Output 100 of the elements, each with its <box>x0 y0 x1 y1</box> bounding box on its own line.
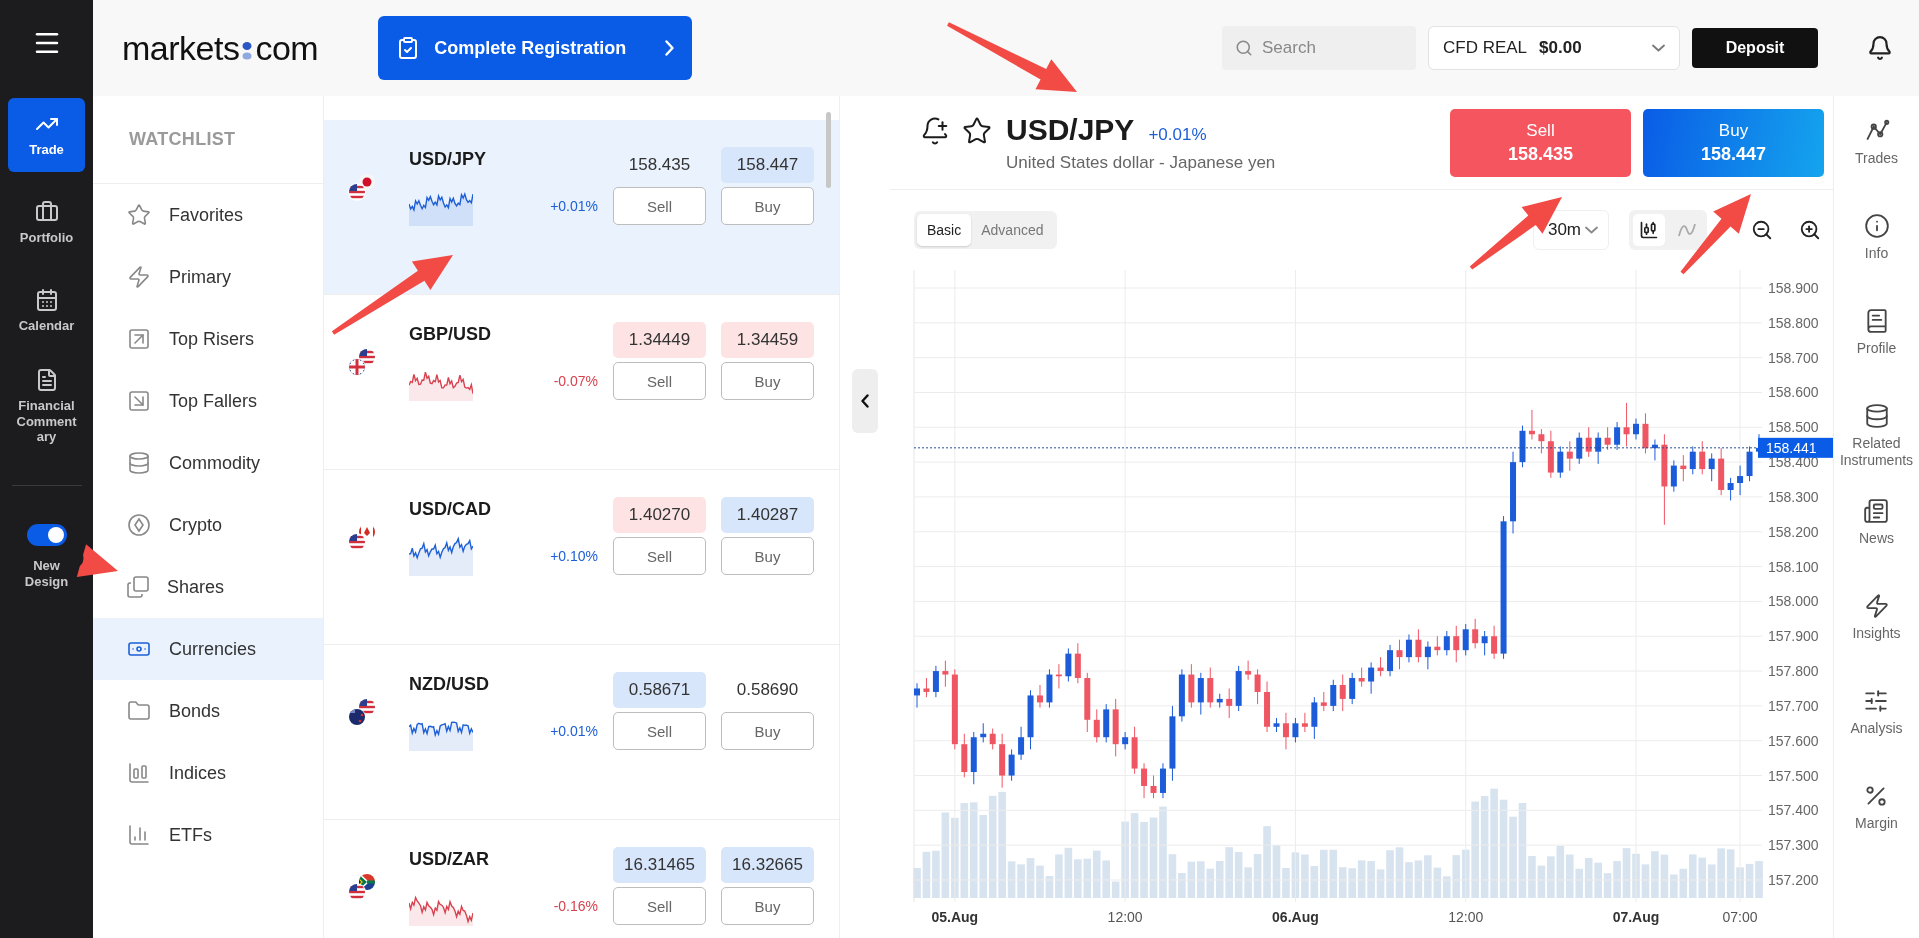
buy-price: 1.34459 <box>721 322 814 358</box>
candlestick-button[interactable] <box>1633 214 1665 246</box>
registration-button[interactable]: Complete Registration <box>378 16 693 80</box>
candlestick <box>1254 668 1261 705</box>
instrument-description: United States dollar - Japanese yen <box>1006 152 1277 173</box>
candlestick <box>1689 445 1696 475</box>
buy-button[interactable]: Buy <box>721 537 814 575</box>
deposit-button[interactable]: Deposit <box>1692 28 1818 68</box>
tool-button[interactable]: News <box>1859 498 1894 593</box>
sell-button[interactable]: Sell <box>613 537 706 575</box>
tool-button[interactable]: Related Instruments <box>1834 403 1919 498</box>
candlestick <box>1036 684 1043 709</box>
price-change: +0.01% <box>1148 124 1207 145</box>
candlestick <box>1566 440 1573 472</box>
category-item[interactable]: Favorites <box>93 184 323 246</box>
candlestick <box>1330 679 1337 712</box>
candlestick <box>1368 661 1375 695</box>
instrument-symbol: NZD/USD <box>409 673 490 695</box>
price-axis-label: 157.900 <box>1768 628 1819 645</box>
category-item[interactable]: Top Fallers <box>93 370 323 432</box>
tool-button[interactable]: Analysis <box>1850 688 1903 783</box>
bell-plus-icon[interactable] <box>920 116 950 146</box>
zoom-out-icon <box>1751 219 1773 241</box>
toggle-label: New Design <box>23 557 70 591</box>
bell-icon <box>1867 35 1893 61</box>
sell-price: 1.34449 <box>613 322 706 358</box>
nav-item[interactable]: Trade <box>8 98 85 172</box>
instrument-row[interactable]: USD/JPY 158.435 158.447 +0.01% Sell Buy <box>324 120 839 295</box>
candlestick <box>1349 672 1356 705</box>
info-icon <box>1863 213 1890 239</box>
nav-item[interactable]: Portfolio <box>8 186 85 260</box>
price-change: +0.01% <box>550 198 598 214</box>
candlestick <box>1462 623 1469 656</box>
category-item[interactable]: Indices <box>93 742 323 804</box>
candlestick <box>923 677 930 698</box>
coin-icon <box>127 513 151 537</box>
candlestick <box>1141 762 1148 799</box>
sell-button[interactable]: Sell <box>613 887 706 925</box>
candlestick <box>1538 428 1545 454</box>
account-dropdown[interactable]: CFD REAL $0.00 <box>1428 26 1680 70</box>
price-axis-label: 158.200 <box>1768 523 1819 540</box>
nav-item[interactable]: Calendar <box>8 274 85 348</box>
candlestick <box>1282 712 1289 750</box>
chevron-left-icon <box>861 394 869 408</box>
candlestick <box>1122 731 1129 750</box>
candlestick <box>1387 644 1394 677</box>
price-axis-label: 158.600 <box>1768 384 1819 401</box>
buy-button[interactable]: Buy <box>721 887 814 925</box>
category-item[interactable]: ETFs <box>93 804 323 866</box>
buy-button[interactable]: Buy <box>721 712 814 750</box>
tool-button[interactable]: Margin <box>1855 783 1898 878</box>
candlestick <box>1415 628 1422 663</box>
sell-button[interactable]: Sell <box>613 187 706 225</box>
candlestick <box>1633 418 1640 440</box>
candlestick <box>1396 639 1403 670</box>
mode-tab[interactable]: Advanced <box>971 214 1054 246</box>
collapse-button[interactable] <box>852 369 878 433</box>
sell-price: 1.40270 <box>613 497 706 533</box>
candlestick <box>1557 445 1564 479</box>
search-field[interactable]: Search <box>1222 26 1416 70</box>
price-axis-label: 158.900 <box>1768 280 1819 296</box>
price-axis-label: 157.300 <box>1768 837 1819 854</box>
sparkline <box>409 536 473 576</box>
price-change: +0.10% <box>550 548 598 564</box>
zoom-in-button[interactable] <box>1799 219 1821 241</box>
nav-item[interactable]: Financial Commentary <box>8 362 85 451</box>
instrument-symbol: USD/CAD <box>409 498 492 520</box>
category-item[interactable]: Commodity <box>93 432 323 494</box>
last-price-tag: 158.441 <box>1758 437 1833 458</box>
candlestick <box>1623 402 1630 447</box>
zoom-out-button[interactable] <box>1751 219 1773 241</box>
tool-button[interactable]: Insights <box>1852 593 1901 688</box>
price-axis-label: 158.000 <box>1768 593 1819 610</box>
mode-tab[interactable]: Basic <box>917 214 972 246</box>
category-item[interactable]: Top Risers <box>93 308 323 370</box>
star-icon[interactable] <box>962 116 992 146</box>
buy-button[interactable]: Buy <box>721 187 814 225</box>
price-axis-label: 157.500 <box>1768 767 1819 784</box>
buy-button[interactable]: Buy 158.447 <box>1643 108 1824 177</box>
sell-button[interactable]: Sell <box>613 362 706 400</box>
design-toggle[interactable] <box>26 523 67 546</box>
category-item[interactable]: Shares <box>93 556 323 618</box>
candlestick <box>1443 630 1450 656</box>
category-item[interactable]: Currencies <box>93 618 323 680</box>
category-item[interactable]: Primary <box>93 246 323 308</box>
category-item[interactable]: Bonds <box>93 680 323 742</box>
arrow-down-right-icon <box>127 389 151 413</box>
buy-price: 158.447 <box>721 147 814 183</box>
candlestick <box>1708 452 1715 482</box>
tool-button[interactable]: Profile <box>1856 308 1897 403</box>
newspaper-icon <box>1863 498 1890 524</box>
sell-button[interactable]: Sell <box>613 712 706 750</box>
tool-button[interactable]: Info <box>1863 213 1890 308</box>
scrollbar[interactable] <box>826 112 831 188</box>
tool-button[interactable]: Trades <box>1854 118 1899 213</box>
category-item[interactable]: Crypto <box>93 494 323 556</box>
notifications-button[interactable] <box>1867 35 1893 61</box>
buy-button[interactable]: Buy <box>721 362 814 400</box>
candlestick <box>1320 691 1327 712</box>
flag-pair-icon <box>348 698 376 726</box>
